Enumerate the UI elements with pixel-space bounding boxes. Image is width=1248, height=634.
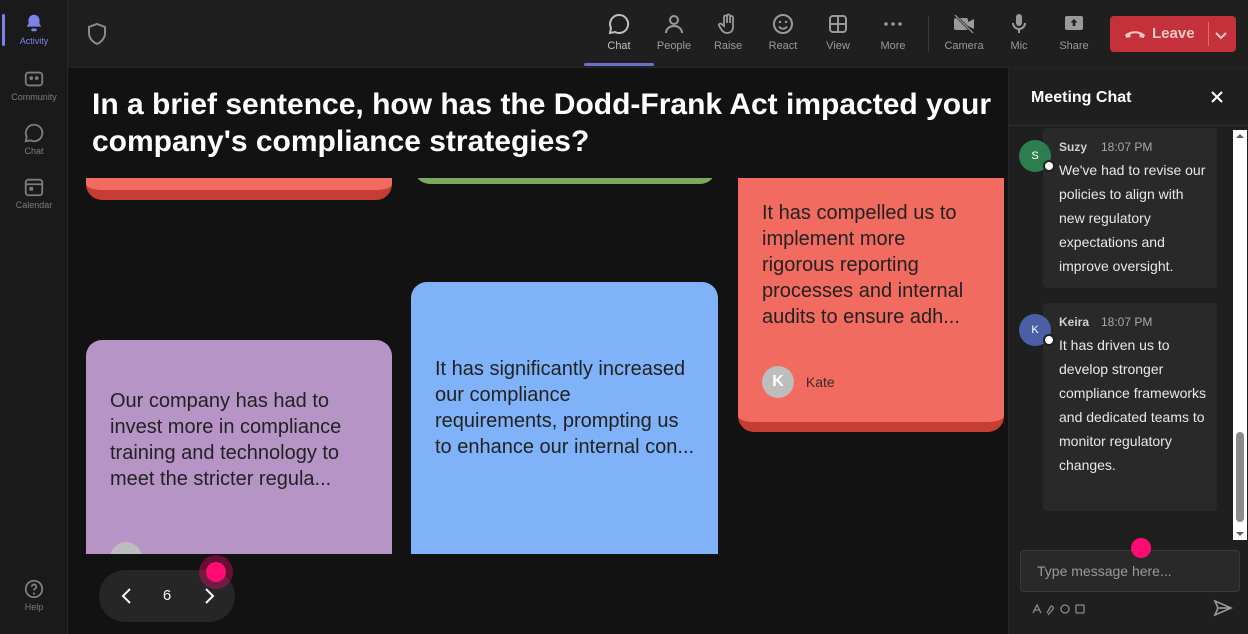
hang-up-icon [1125, 31, 1145, 38]
meeting-app: Activity Community Chat Calendar Help Ch… [0, 0, 1248, 634]
mic-icon [1012, 14, 1026, 33]
answers-board: It has compelled us to implement more ri… [68, 178, 1008, 554]
raise-hand-label: Raise [713, 40, 743, 52]
scroll-down-icon[interactable] [1236, 530, 1244, 538]
avatar: K [1019, 314, 1055, 346]
leave-button-divider [1208, 22, 1209, 46]
message-time: 18:07 PM [1101, 140, 1153, 154]
message-body: It has driven us to develop stronger com… [1059, 337, 1207, 473]
answer-text: It has significantly increased our compl… [435, 358, 695, 458]
share-button-label: Share [1059, 40, 1089, 52]
avatar: K [762, 366, 794, 398]
chevron-right-icon[interactable] [199, 586, 219, 606]
raise-hand-icon [718, 13, 734, 34]
whiteboard-area: In a brief sentence, how has the Dodd-Fr… [68, 68, 1008, 634]
more-button[interactable]: More [870, 10, 916, 60]
chat-header: Meeting Chat [1009, 68, 1248, 126]
scroll-up-icon[interactable] [1236, 132, 1244, 140]
message-time: 18:07 PM [1101, 315, 1153, 329]
chevron-left-icon[interactable] [117, 586, 137, 606]
rail-item-label: Calendar [15, 200, 53, 210]
format-tools-icon[interactable] [1031, 602, 1121, 616]
message-author: Suzy [1059, 140, 1088, 154]
grid-view-icon [829, 15, 847, 33]
react-button-label: React [768, 40, 798, 52]
view-button[interactable]: View [815, 10, 861, 60]
cursor-dot [1131, 538, 1151, 558]
meeting-toolbar: Chat People Raise React View More Camera [68, 0, 1248, 68]
message-author: Keira [1059, 315, 1090, 329]
chat-title: Meeting Chat [1031, 89, 1132, 106]
rail-item-label: Chat [24, 146, 44, 156]
camera-off-icon [954, 14, 974, 34]
chat-messages[interactable]: Suzy 18:07 PM We've had to revise our po… [1009, 128, 1233, 542]
rail-item-chat[interactable]: Chat [0, 116, 68, 166]
rail-item-community[interactable]: Community [0, 62, 68, 112]
chat-button[interactable]: Chat [584, 10, 654, 66]
avatar [110, 542, 142, 554]
bell-icon [26, 14, 42, 32]
rail-item-label: Activity [19, 36, 49, 46]
question-title: In a brief sentence, how has the Dodd-Fr… [92, 88, 992, 158]
answer-author [110, 542, 142, 554]
rail-item-label: Community [11, 92, 57, 102]
smiley-icon [773, 14, 793, 34]
answer-text: It has compelled us to implement more ri… [762, 202, 964, 328]
people-button[interactable]: People [651, 10, 697, 60]
leave-button[interactable]: Leave [1110, 16, 1236, 52]
view-button-label: View [826, 40, 850, 52]
answer-card-partial[interactable] [414, 178, 716, 184]
more-button-label: More [880, 40, 906, 52]
presence-status [1043, 160, 1055, 172]
help-icon [24, 579, 44, 599]
answer-card[interactable]: Our company has had to invest more in co… [86, 340, 392, 554]
chat-message: Suzy 18:07 PM We've had to revise our po… [1043, 128, 1217, 288]
share-button[interactable]: Share [1051, 10, 1097, 60]
people-button-label: People [656, 40, 692, 52]
rail-item-calendar[interactable]: Calendar [0, 170, 68, 220]
chat-button-label: Chat [607, 40, 631, 52]
author-name: Kate [805, 374, 835, 390]
avatar-initial: K [1031, 324, 1039, 336]
chat-message: Keira 18:07 PM It has driven us to devel… [1043, 303, 1217, 511]
chat-scrollbar[interactable] [1233, 130, 1247, 540]
meeting-chat-panel: Meeting Chat Suzy 18:07 PM We've had to … [1008, 68, 1248, 634]
chat-bubble-icon [608, 13, 630, 35]
community-icon [24, 71, 44, 87]
rail-item-label: Help [24, 602, 44, 612]
toolbar-divider [928, 16, 929, 52]
leave-button-label: Leave [1152, 25, 1195, 42]
rail-item-activity[interactable]: Activity [0, 6, 68, 56]
rail-item-help[interactable]: Help [0, 572, 68, 622]
calendar-icon [24, 178, 44, 197]
camera-button-label: Camera [944, 40, 984, 52]
raise-hand-button[interactable]: Raise [705, 10, 751, 60]
send-icon[interactable] [1213, 598, 1233, 618]
people-icon [665, 15, 683, 34]
app-rail: Activity Community Chat Calendar Help [0, 0, 68, 634]
answer-card[interactable]: It has significantly increased our compl… [411, 282, 718, 554]
presence-status [1043, 334, 1055, 346]
chevron-down-icon[interactable] [1214, 28, 1228, 42]
shield-icon[interactable] [86, 22, 108, 46]
camera-button[interactable]: Camera [941, 10, 987, 60]
more-dots-icon [884, 22, 902, 26]
answer-author: K Kate [762, 366, 835, 398]
mic-button[interactable]: Mic [996, 10, 1042, 60]
message-body: We've had to revise our policies to alig… [1059, 162, 1206, 274]
avatar: S [1019, 140, 1055, 172]
scrollbar-thumb[interactable] [1236, 432, 1244, 522]
close-icon[interactable] [1209, 89, 1225, 105]
share-screen-icon [1065, 16, 1083, 30]
chat-icon [24, 123, 44, 143]
answer-text: Our company has had to invest more in co… [110, 390, 342, 490]
answer-card-partial[interactable] [86, 178, 392, 200]
message-input[interactable]: Type message here... [1020, 550, 1240, 592]
page-number: 6 [162, 587, 172, 604]
cursor-dot [206, 562, 226, 582]
react-button[interactable]: React [760, 10, 806, 60]
answer-card[interactable]: It has compelled us to implement more ri… [738, 178, 1004, 432]
mic-button-label: Mic [1010, 40, 1028, 52]
avatar-initial: S [1031, 150, 1039, 162]
